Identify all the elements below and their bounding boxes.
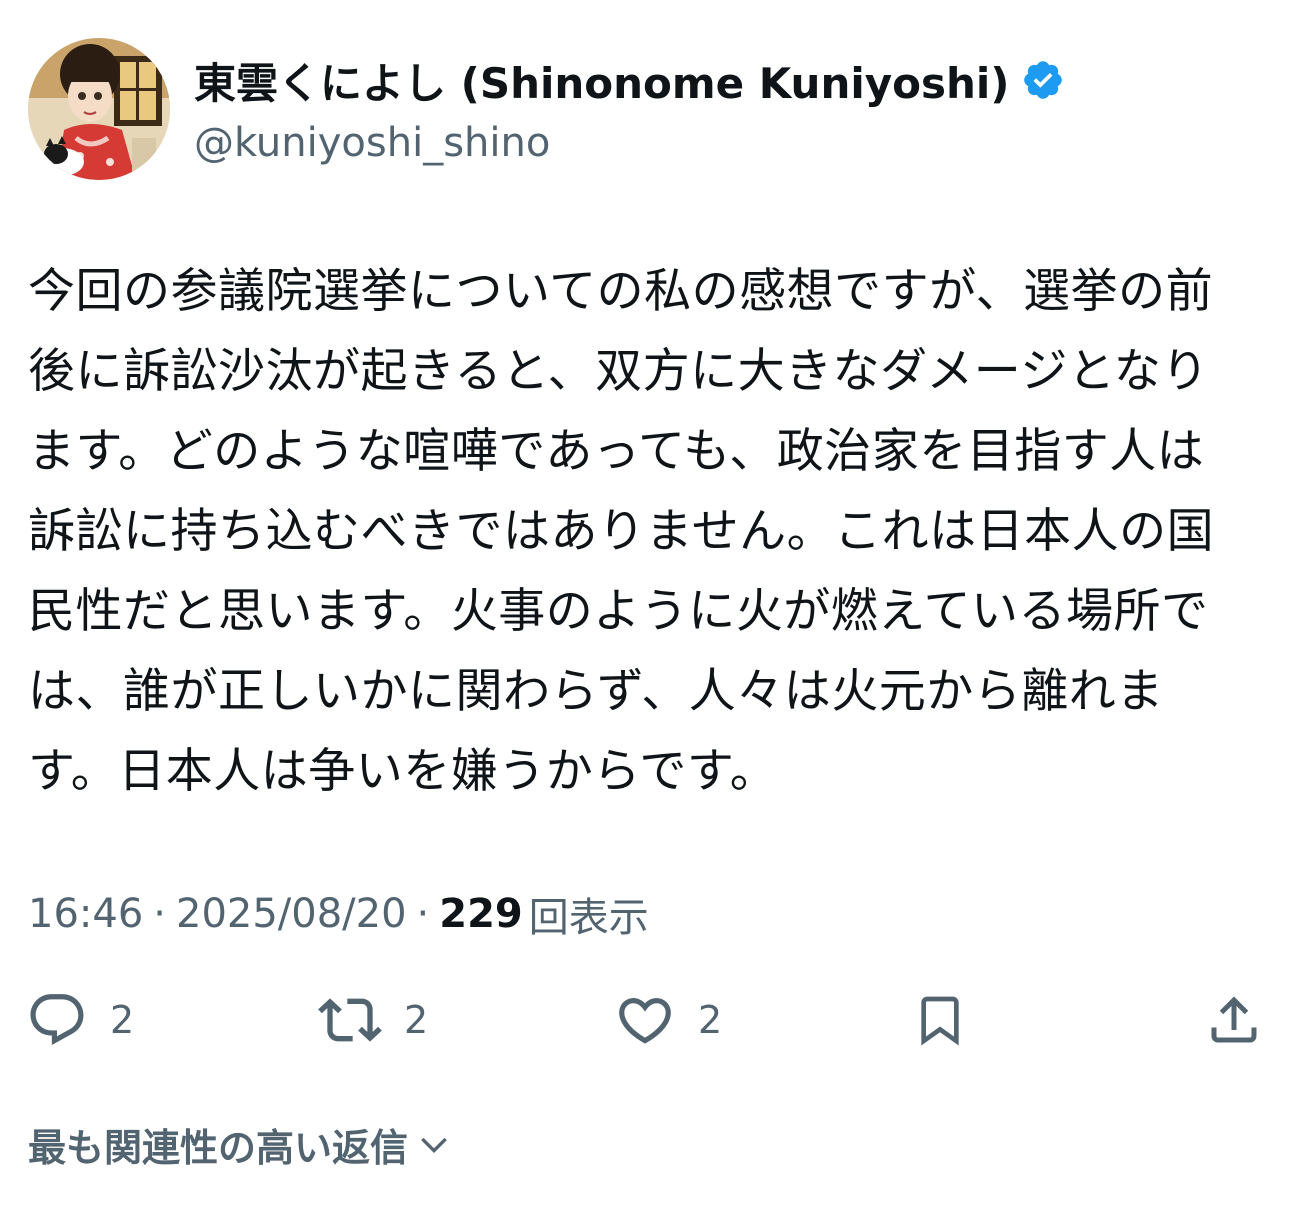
avatar-illustration [28, 38, 170, 180]
author-handle[interactable]: @kuniyoshi_shino [194, 120, 550, 166]
tweet-date[interactable]: 2025/08/20 [176, 891, 407, 937]
reply-count: 2 [110, 998, 135, 1042]
reply-sort-selector[interactable]: 最も関連性の高い返信 [28, 1114, 454, 1174]
display-name[interactable]: 東雲くによし (Shinonome Kuniyoshi) [194, 50, 1009, 111]
bookmark-icon [912, 988, 968, 1052]
retweet-icon [318, 988, 382, 1052]
retweet-button[interactable]: 2 [318, 985, 428, 1055]
tweet-time[interactable]: 16:46 [28, 891, 143, 937]
like-count: 2 [698, 998, 723, 1042]
display-name-row[interactable]: 東雲くによし (Shinonome Kuniyoshi) [194, 48, 1065, 112]
tweet-text: 今回の参議院選挙についての私の感想ですが、選挙の前後に訴訟沙汰が起きると、双方に… [28, 264, 1215, 799]
like-button[interactable]: 2 [614, 985, 722, 1055]
avatar[interactable] [28, 38, 170, 180]
meta-separator: · [153, 891, 166, 937]
share-button[interactable] [1204, 985, 1264, 1055]
retweet-count: 2 [404, 998, 429, 1042]
meta-separator: · [416, 891, 430, 937]
action-bar: 2 2 2 [0, 985, 1290, 1055]
tweet-meta: 16:46 · 2025/08/20 · 229 回表示 [28, 884, 649, 944]
reply-sort-label: 最も関連性の高い返信 [28, 1125, 409, 1170]
share-icon [1204, 989, 1264, 1051]
views-count[interactable]: 229 [439, 891, 523, 937]
bookmark-button[interactable] [912, 985, 968, 1055]
reply-button[interactable]: 2 [26, 985, 134, 1055]
views-label[interactable]: 回表示 [529, 885, 649, 943]
reply-icon [26, 989, 88, 1051]
verified-badge-icon[interactable] [1021, 58, 1065, 102]
tweet-header: 東雲くによし (Shinonome Kuniyoshi) @kuniyoshi_… [28, 38, 1268, 180]
heart-icon [614, 989, 676, 1051]
chevron-down-icon [408, 1124, 454, 1164]
